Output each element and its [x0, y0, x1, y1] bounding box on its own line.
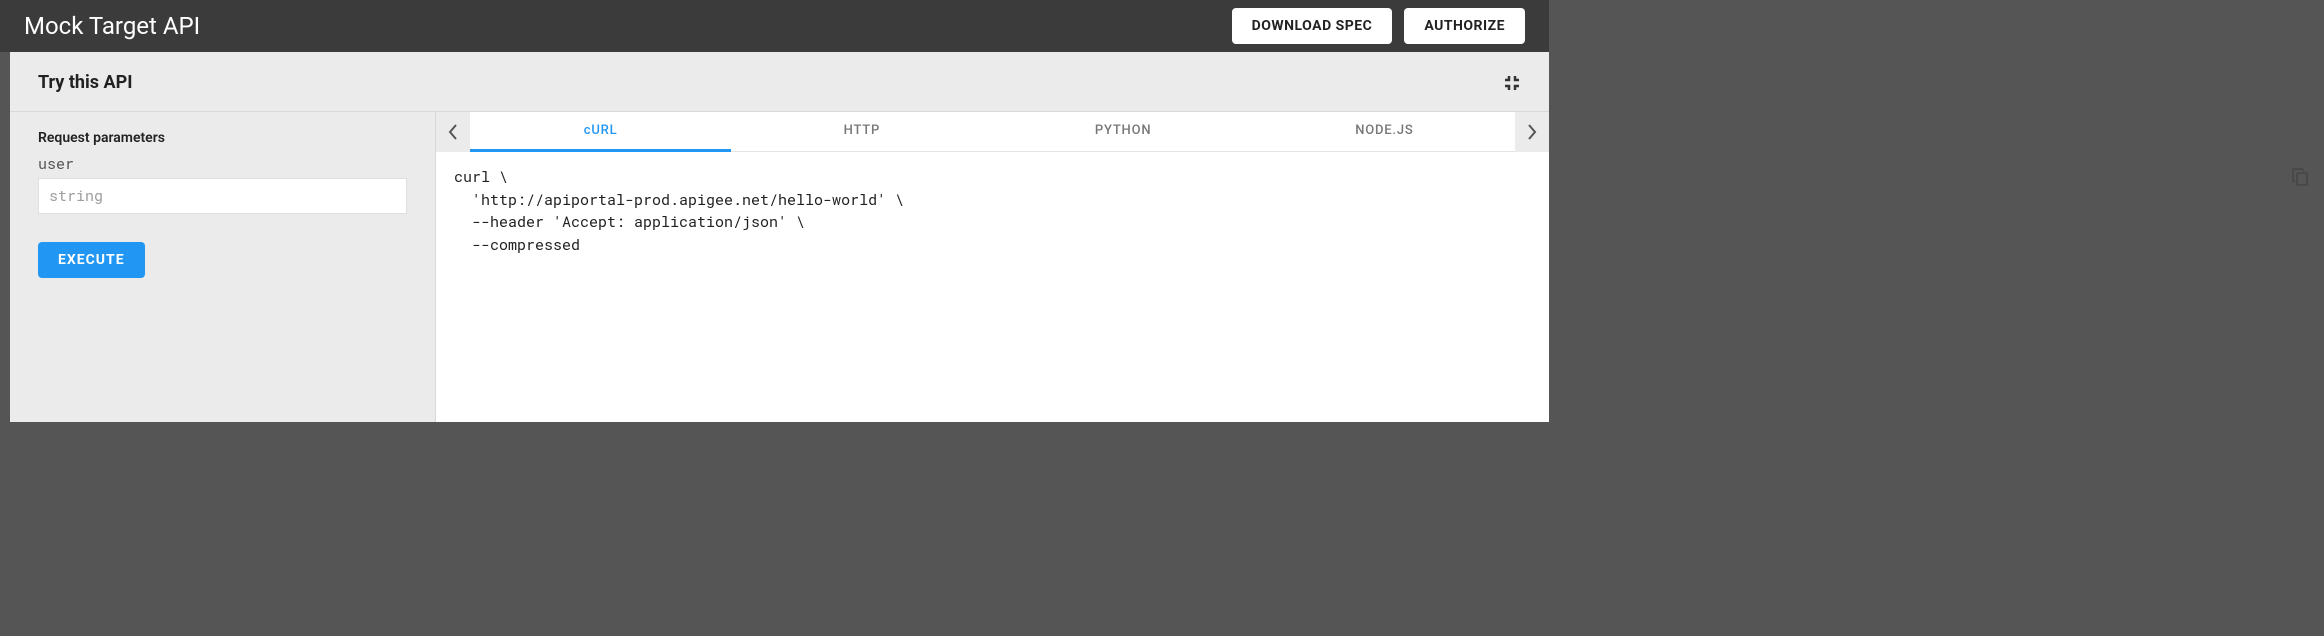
tabs-prev-button[interactable]: [436, 112, 470, 152]
request-parameters-section: Request parameters user EXECUTE: [10, 112, 435, 422]
tab-nodejs[interactable]: NODE.JS: [1254, 112, 1515, 152]
try-api-panel: Try this API Request parameters user EXE…: [10, 52, 1549, 422]
request-parameters-label: Request parameters: [38, 130, 407, 146]
download-spec-button[interactable]: DOWNLOAD SPEC: [1232, 8, 1393, 44]
app-header: Mock Target API DOWNLOAD SPEC AUTHORIZE: [0, 0, 1549, 52]
app-title: Mock Target API: [24, 12, 200, 40]
code-tabs: cURL HTTP PYTHON NODE.JS: [470, 112, 1515, 152]
collapse-icon[interactable]: [1503, 74, 1521, 92]
param-name-user: user: [38, 154, 407, 174]
code-snippet: curl \ 'http://apiportal-prod.apigee.net…: [436, 152, 1549, 422]
tab-http[interactable]: HTTP: [731, 112, 992, 152]
tabs-next-button[interactable]: [1515, 112, 1549, 152]
tab-curl[interactable]: cURL: [470, 112, 731, 152]
execute-button[interactable]: EXECUTE: [38, 242, 145, 278]
param-input-user[interactable]: [38, 178, 407, 214]
authorize-button[interactable]: AUTHORIZE: [1404, 8, 1525, 44]
copy-icon[interactable]: [2292, 168, 2308, 186]
code-area: cURL HTTP PYTHON NODE.JS curl \ 'http://…: [435, 112, 1549, 422]
tab-python[interactable]: PYTHON: [993, 112, 1254, 152]
panel-header: Try this API: [10, 52, 1549, 112]
panel-title: Try this API: [38, 72, 132, 93]
panel-body: Request parameters user EXECUTE cURL HTT…: [10, 112, 1549, 422]
code-tabs-row: cURL HTTP PYTHON NODE.JS: [436, 112, 1549, 152]
header-buttons: DOWNLOAD SPEC AUTHORIZE: [1232, 8, 1525, 44]
